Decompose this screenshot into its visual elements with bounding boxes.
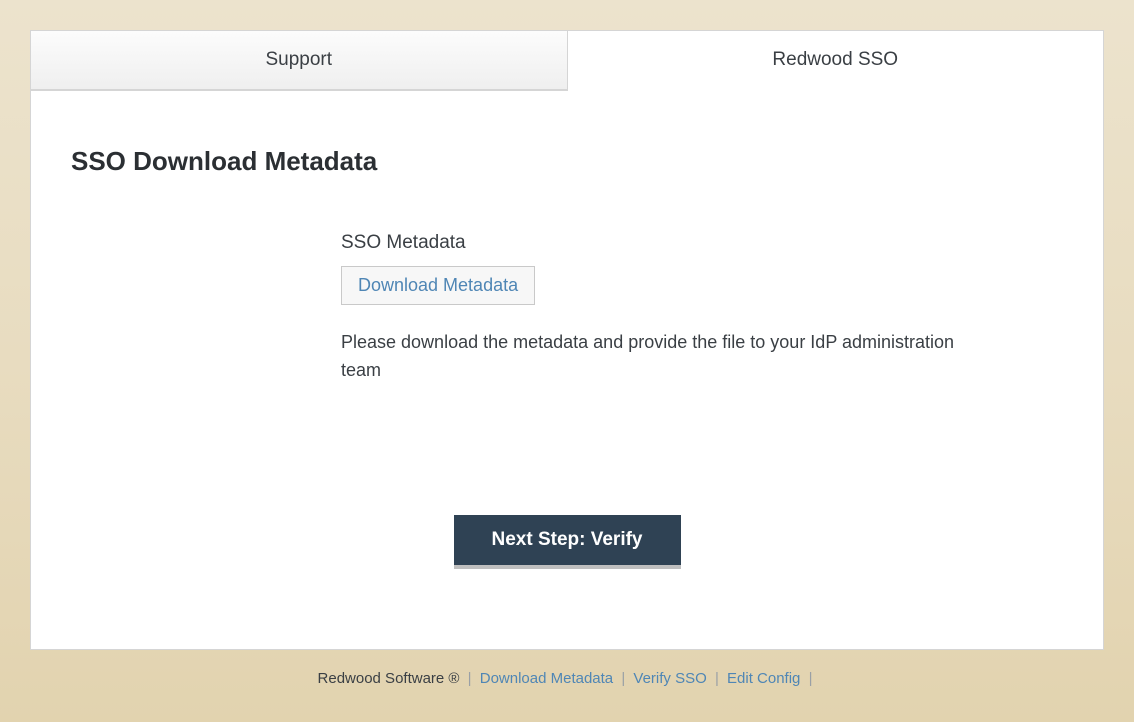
footer: Redwood Software ® | Download Metadata |…	[30, 650, 1104, 707]
sso-metadata-description: Please download the metadata and provide…	[341, 329, 961, 385]
next-step-verify-button[interactable]: Next Step: Verify	[454, 515, 681, 565]
footer-separator: |	[715, 670, 723, 687]
footer-separator: |	[809, 670, 813, 687]
footer-link-verify-sso[interactable]: Verify SSO	[633, 670, 706, 687]
tabs: Support Redwood SSO	[31, 31, 1103, 91]
tab-support[interactable]: Support	[31, 31, 568, 90]
sso-metadata-section: SSO Metadata Download Metadata Please do…	[341, 232, 961, 385]
content-area: SSO Download Metadata SSO Metadata Downl…	[31, 91, 1103, 605]
footer-link-edit-config[interactable]: Edit Config	[727, 670, 800, 687]
footer-separator: |	[621, 670, 629, 687]
tab-redwood-sso[interactable]: Redwood SSO	[568, 31, 1104, 91]
sso-metadata-label: SSO Metadata	[341, 232, 961, 254]
main-panel: Support Redwood SSO SSO Download Metadat…	[30, 30, 1104, 650]
footer-separator: |	[468, 670, 476, 687]
footer-brand: Redwood Software ®	[318, 670, 460, 687]
footer-link-download-metadata[interactable]: Download Metadata	[480, 670, 613, 687]
download-metadata-button[interactable]: Download Metadata	[341, 266, 535, 305]
next-step-wrap: Next Step: Verify	[71, 515, 1063, 565]
page-title: SSO Download Metadata	[71, 146, 1063, 177]
